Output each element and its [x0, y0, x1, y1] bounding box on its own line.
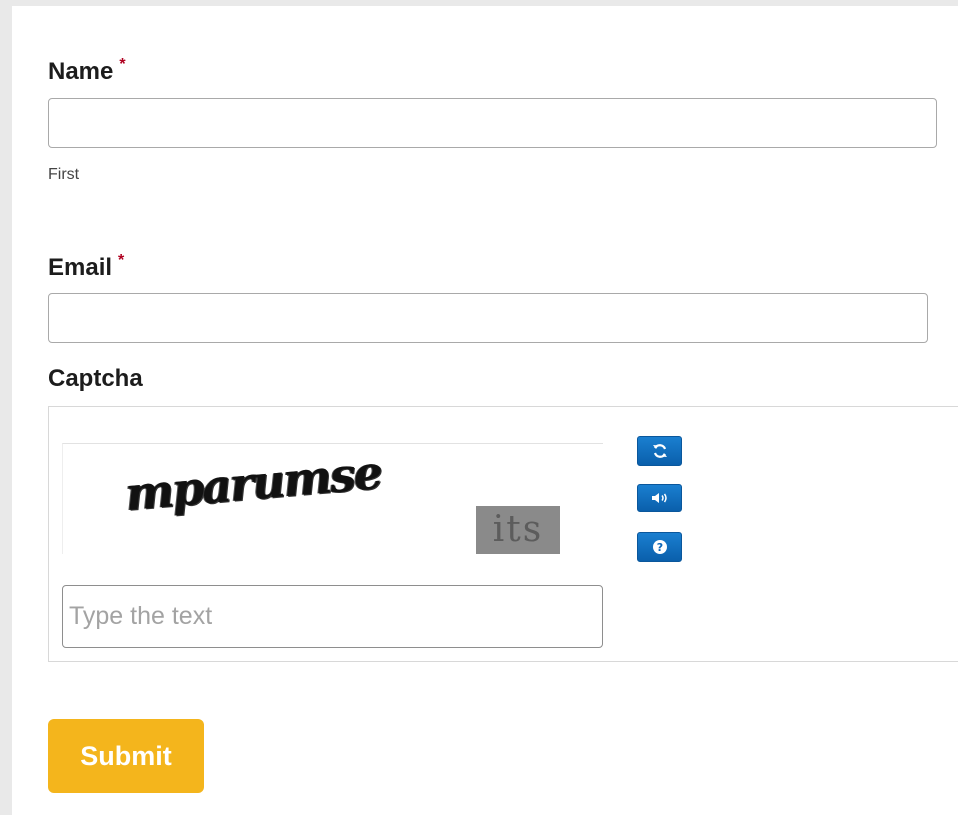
refresh-icon: [651, 442, 669, 460]
submit-button[interactable]: Submit: [48, 719, 204, 793]
captcha-refresh-button[interactable]: [637, 436, 682, 466]
email-label: Email *: [48, 252, 125, 281]
email-input[interactable]: [48, 293, 928, 343]
svg-text:?: ?: [656, 541, 662, 554]
required-asterisk: *: [118, 252, 125, 269]
captcha-label: Captcha: [48, 365, 143, 392]
captcha-input[interactable]: [62, 585, 603, 648]
captcha-help-button[interactable]: ?: [637, 532, 682, 562]
required-asterisk: *: [119, 56, 126, 73]
audio-icon: [650, 491, 670, 505]
captcha-noise-text: its: [476, 506, 560, 554]
captcha-audio-button[interactable]: [637, 484, 682, 512]
help-icon: ?: [652, 539, 668, 555]
first-name-sublabel: First: [48, 166, 80, 183]
name-label: Name *: [48, 56, 126, 85]
captcha-image: mparumse its: [62, 443, 603, 554]
captcha-challenge-text: mparumse: [123, 444, 384, 522]
name-first-input[interactable]: [48, 98, 937, 148]
